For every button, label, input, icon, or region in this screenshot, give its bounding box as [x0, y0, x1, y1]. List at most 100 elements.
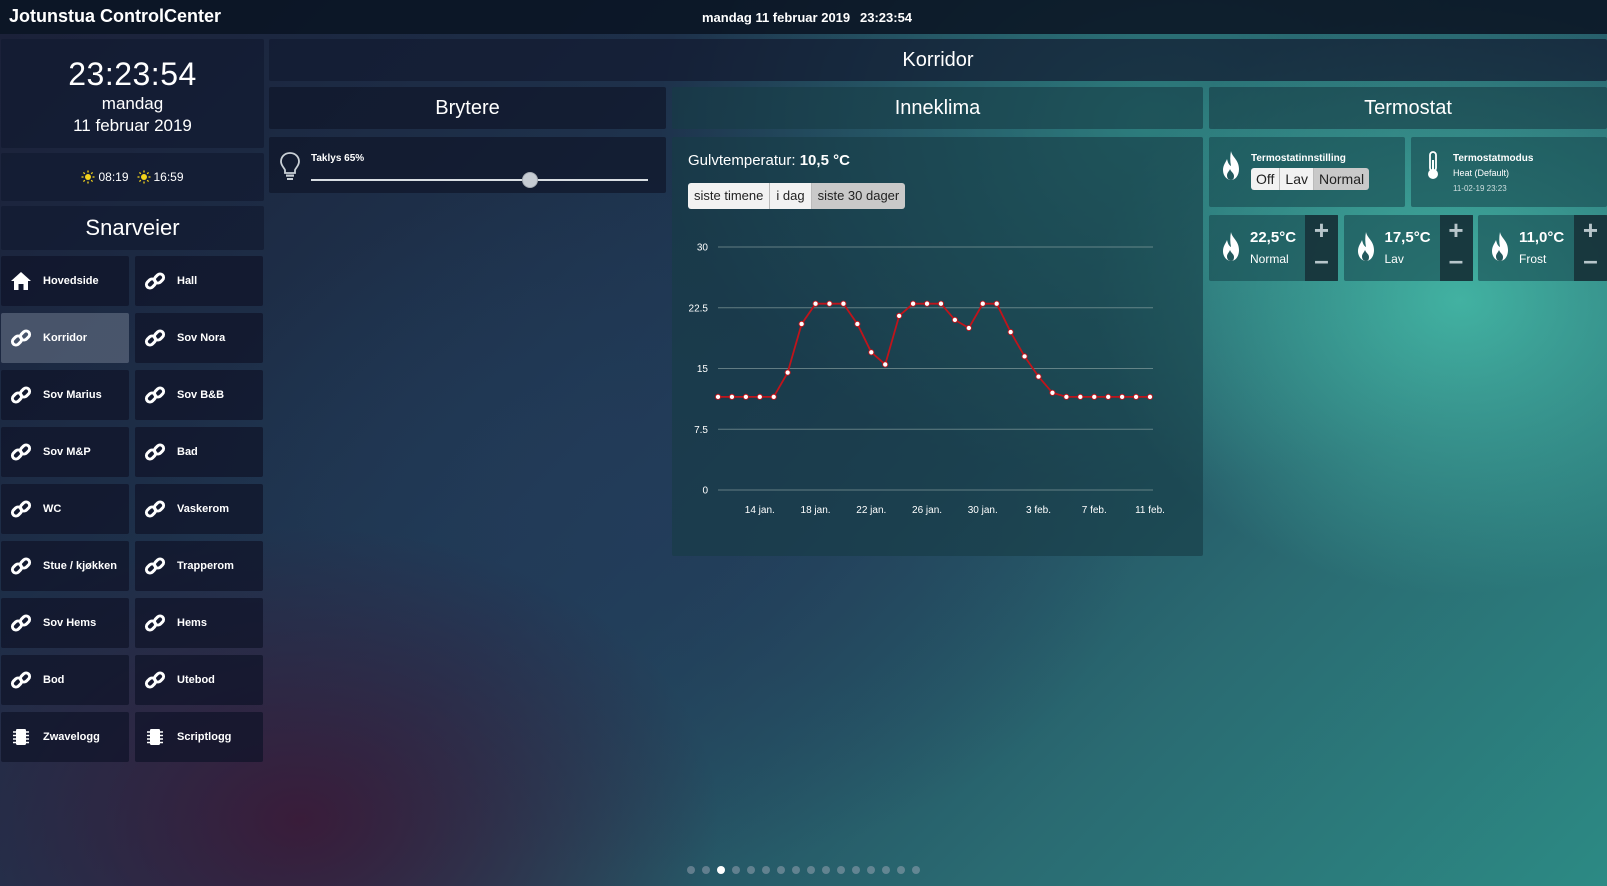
shortcut-sov-mandp[interactable]: Sov M&P	[1, 427, 129, 477]
header-date: mandag 11 februar 2019	[702, 10, 851, 25]
page-dot[interactable]	[762, 866, 770, 874]
sunset-time: 16:59	[153, 170, 184, 184]
data-point	[826, 300, 833, 307]
dimmer-slider-thumb[interactable]	[522, 172, 539, 188]
data-point	[1035, 373, 1042, 380]
clock-time: 23:23:54	[68, 56, 197, 92]
link-icon	[135, 484, 175, 534]
data-point	[1063, 393, 1070, 400]
shortcut-zwavelogg[interactable]: Zwavelogg	[1, 712, 129, 762]
dimmer-slider-track[interactable]	[311, 179, 648, 181]
range-button-siste-30-dager[interactable]: siste 30 dager	[811, 183, 906, 209]
floor-temperature-value: 10,5 °C	[799, 152, 850, 169]
shortcut-label: Hovedside	[43, 275, 99, 287]
link-icon	[1, 484, 41, 534]
flame-icon	[1223, 151, 1239, 180]
lightbulb-icon[interactable]	[279, 151, 301, 181]
page-dot[interactable]	[777, 866, 785, 874]
page-dot[interactable]	[687, 866, 695, 874]
setpoint-lav: 17,5°C Lav + –	[1343, 215, 1473, 281]
data-point	[1021, 353, 1028, 360]
page-dot[interactable]	[852, 866, 860, 874]
shortcut-wc[interactable]: WC	[1, 484, 129, 534]
home-icon	[1, 256, 41, 306]
page-dot[interactable]	[702, 866, 710, 874]
data-point	[728, 393, 735, 400]
page-dot[interactable]	[822, 866, 830, 874]
page-dot[interactable]	[867, 866, 875, 874]
thermostat-mode-value: Heat (Default)	[1453, 168, 1510, 178]
shortcut-korridor[interactable]: Korridor	[1, 313, 129, 363]
data-point	[784, 369, 791, 376]
shortcut-label: Bod	[43, 674, 65, 686]
increase-button[interactable]: +	[1305, 215, 1338, 246]
link-icon	[135, 256, 175, 306]
shortcut-trapperom[interactable]: Trapperom	[135, 541, 263, 591]
shortcut-vaskerom[interactable]: Vaskerom	[135, 484, 263, 534]
page-dot[interactable]	[912, 866, 920, 874]
y-tick-label: 22.5	[689, 303, 709, 314]
flame-icon	[1219, 231, 1243, 268]
shortcut-label: Vaskerom	[177, 503, 229, 515]
shortcut-sov-bandb[interactable]: Sov B&B	[135, 370, 263, 420]
link-icon	[135, 655, 175, 705]
shortcut-sov-nora[interactable]: Sov Nora	[135, 313, 263, 363]
page-dot[interactable]	[732, 866, 740, 874]
x-tick-label: 22 jan.	[856, 505, 886, 516]
shortcut-hems[interactable]: Hems	[135, 598, 263, 648]
increase-button[interactable]: +	[1574, 215, 1607, 246]
data-point	[1105, 393, 1112, 400]
thermostat-option-off[interactable]: Off	[1251, 168, 1281, 190]
range-button-siste-timene[interactable]: siste timene	[688, 183, 771, 209]
page-dot[interactable]	[747, 866, 755, 874]
app-title: Jotunstua ControlCenter	[9, 6, 222, 26]
page-dot[interactable]	[897, 866, 905, 874]
setpoint-value: 11,0°C	[1519, 229, 1565, 246]
data-point	[1091, 393, 1098, 400]
link-icon	[135, 427, 175, 477]
page-dot[interactable]	[792, 866, 800, 874]
shortcut-stue-kjøkken[interactable]: Stue / kjøkken	[1, 541, 129, 591]
link-icon	[135, 541, 175, 591]
decrease-button[interactable]: –	[1305, 245, 1338, 276]
range-button-i-dag[interactable]: i dag	[770, 183, 812, 209]
x-tick-label: 11 feb.	[1135, 505, 1165, 516]
data-point	[840, 300, 847, 307]
page-dot[interactable]	[717, 866, 725, 874]
shortcut-scriptlogg[interactable]: Scriptlogg	[135, 712, 263, 762]
thermostat-option-lav[interactable]: Lav	[1280, 168, 1314, 190]
flame-icon	[1354, 231, 1378, 268]
data-point	[1119, 393, 1126, 400]
decrease-button[interactable]: –	[1440, 245, 1473, 276]
y-tick-label: 7.5	[694, 425, 708, 436]
data-point	[896, 312, 903, 319]
x-tick-label: 18 jan.	[801, 505, 831, 516]
thermostat-option-normal[interactable]: Normal	[1314, 168, 1370, 190]
switches-header: Brytere	[269, 87, 666, 129]
shortcut-bad[interactable]: Bad	[135, 427, 263, 477]
page-dot[interactable]	[837, 866, 845, 874]
data-point	[742, 393, 749, 400]
data-point	[1146, 393, 1154, 400]
page-dot[interactable]	[807, 866, 815, 874]
sunset-icon	[137, 170, 150, 184]
data-point	[812, 300, 819, 307]
chip-icon	[135, 712, 175, 762]
shortcut-utebod[interactable]: Utebod	[135, 655, 263, 705]
data-point	[882, 361, 889, 368]
decrease-button[interactable]: –	[1574, 245, 1607, 276]
y-tick-label: 15	[697, 364, 709, 375]
shortcut-label: Hall	[177, 275, 198, 287]
room-title: Korridor	[269, 39, 1607, 81]
page-dot[interactable]	[882, 866, 890, 874]
shortcut-hovedside[interactable]: Hovedside	[1, 256, 129, 306]
floor-temperature-label: Gulvtemperatur:	[688, 152, 796, 169]
setpoint-frost: 11,0°C Frost + –	[1478, 215, 1607, 281]
shortcut-sov-marius[interactable]: Sov Marius	[1, 370, 129, 420]
shortcut-hall[interactable]: Hall	[135, 256, 263, 306]
shortcut-bod[interactable]: Bod	[1, 655, 129, 705]
increase-button[interactable]: +	[1440, 215, 1473, 246]
setpoint-name: Normal	[1250, 252, 1289, 266]
data-point	[1077, 393, 1084, 400]
shortcut-sov-hems[interactable]: Sov Hems	[1, 598, 129, 648]
